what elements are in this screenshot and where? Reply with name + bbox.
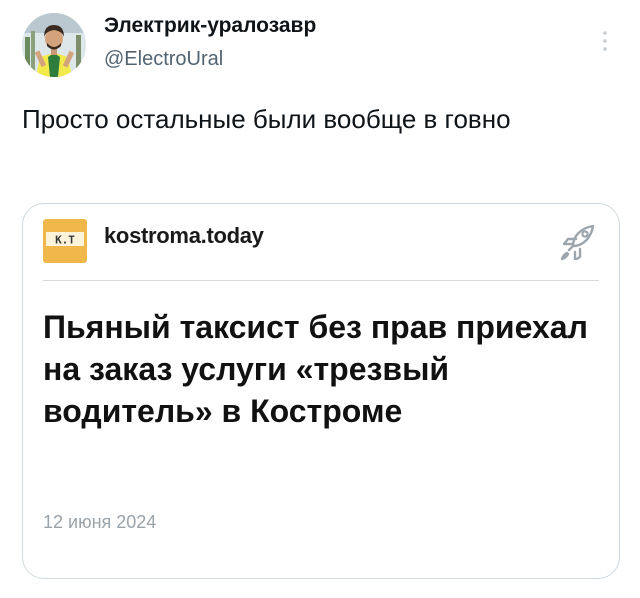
author-avatar[interactable]: [22, 13, 86, 77]
author-handle[interactable]: @ElectroUral: [104, 48, 223, 71]
tweet-text: Просто остальные были вообще в говно: [22, 104, 511, 134]
kostroma-today-logo: К.Т: [43, 219, 87, 263]
card-divider: [43, 280, 599, 281]
link-card[interactable]: К.Т kostroma.today Пьяный таксист без пр…: [22, 203, 620, 579]
avatar-image: [22, 13, 86, 77]
author-display-name[interactable]: Электрик-уралозавр: [104, 14, 316, 38]
card-site-name[interactable]: kostroma.today: [104, 223, 264, 249]
more-vertical-icon[interactable]: [598, 28, 612, 54]
card-date: 12 июня 2024: [43, 512, 157, 532]
rocket-icon[interactable]: [559, 222, 599, 260]
logo-text: К.Т: [55, 234, 75, 247]
card-headline[interactable]: Пьяный таксист без прав приехал на заказ…: [43, 306, 598, 432]
